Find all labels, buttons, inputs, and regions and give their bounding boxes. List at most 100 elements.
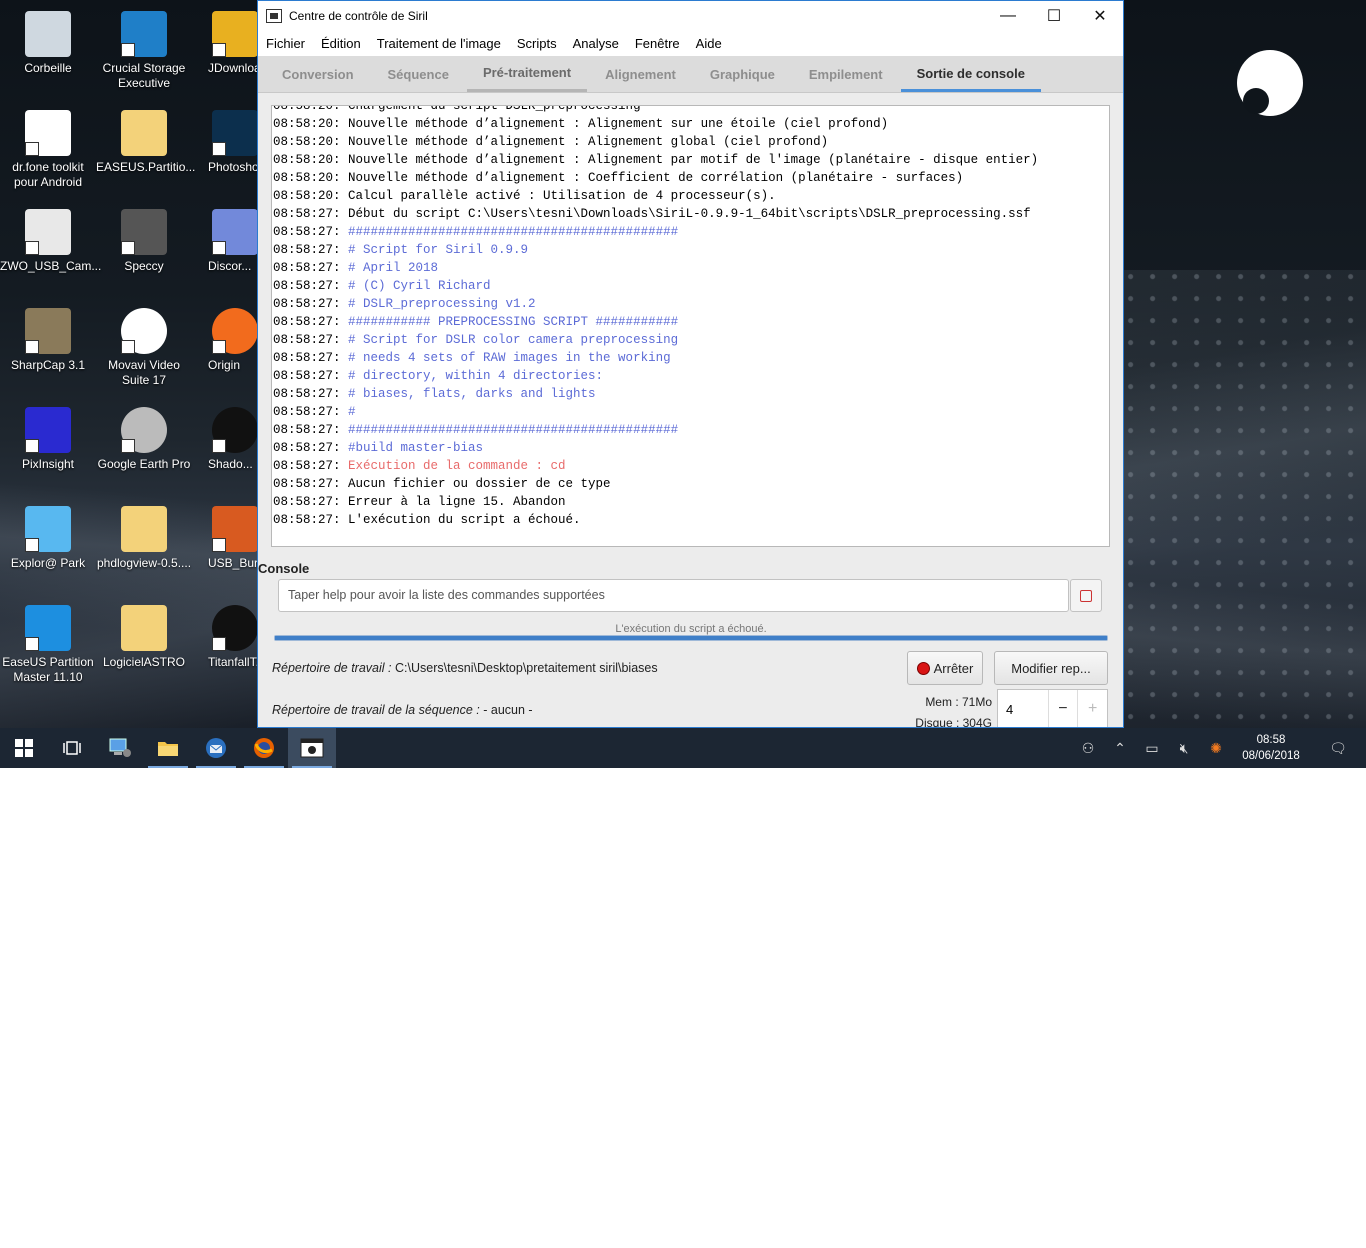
clear-console-button[interactable]: [1070, 579, 1102, 612]
discord-icon: [212, 209, 258, 255]
console-line: 08:58:27: Aucun fichier ou dossier de ce…: [273, 475, 1109, 493]
task-view-icon[interactable]: [48, 728, 96, 768]
menu-item[interactable]: Fichier: [258, 36, 313, 51]
console-timestamp: 08:58:27:: [273, 369, 341, 383]
mem-readout: Mem : 71Mo: [925, 695, 992, 709]
maximize-button[interactable]: ☐: [1031, 1, 1077, 31]
menu-bar: Fichier Édition Traitement de l'image Scrip…: [258, 31, 1123, 57]
stop-button[interactable]: Arrêter: [907, 651, 983, 685]
seqdir-label: Répertoire de travail de la séquence :: [272, 703, 480, 717]
tab-1[interactable]: Conversion: [266, 58, 370, 92]
console-timestamp: 08:58:27:: [273, 261, 341, 275]
siril-icon[interactable]: [288, 728, 336, 768]
threads-spinner[interactable]: 4 − +: [997, 689, 1108, 727]
command-input[interactable]: Taper help pour avoir la liste des comma…: [278, 579, 1069, 612]
siril-app-icon: [266, 9, 282, 23]
console-output[interactable]: 08:58:20: Chargement du script DSLR_prep…: [271, 105, 1110, 547]
console-timestamp: 08:58:20:: [273, 117, 341, 131]
desktop-icon[interactable]: ZWO_USB_Cam...: [0, 203, 101, 274]
desktop-icon[interactable]: Google Earth Pro: [96, 401, 192, 472]
explor-park-icon: [25, 506, 71, 552]
tab-3[interactable]: Pré-traitement: [466, 58, 588, 92]
seqdir-row: Répertoire de travail de la séquence : -…: [272, 703, 533, 717]
desktop-icon-label: Google Earth Pro: [97, 457, 191, 471]
desktop-icon-label: dr.fone toolkit pour Android: [12, 160, 84, 189]
folder-icon: [121, 506, 167, 552]
desktop-icon-label: Origin: [208, 358, 241, 372]
battery-icon[interactable]: ▭: [1136, 740, 1168, 757]
console-line: 08:58:27: L'exécution du script a échoué…: [273, 511, 1109, 529]
desktop-icon[interactable]: Movavi Video Suite 17: [96, 302, 192, 388]
desktop-icon[interactable]: PixInsight: [0, 401, 96, 472]
tab-2[interactable]: Séquence: [372, 58, 465, 92]
record-stop-icon: [916, 661, 930, 675]
console-message: # April 2018: [340, 261, 439, 275]
tab-5[interactable]: Graphique: [694, 58, 791, 92]
menu-item[interactable]: Édition: [313, 36, 369, 51]
console-line: 08:58:27: #build master-bias: [273, 439, 1109, 457]
decrement-button[interactable]: −: [1047, 690, 1078, 727]
tab-7[interactable]: Sortie de console: [900, 58, 1041, 92]
desktop-icon[interactable]: Speccy: [96, 203, 192, 274]
menu-item[interactable]: Aide: [688, 36, 730, 51]
people-icon[interactable]: ⚇: [1072, 740, 1104, 757]
menu-item[interactable]: Analyse: [565, 36, 627, 51]
siril-window: Centre de contrôle de Siril — ☐ ✕ Fichie…: [257, 0, 1124, 728]
increment-button[interactable]: +: [1077, 690, 1107, 727]
title-bar[interactable]: Centre de contrôle de Siril — ☐ ✕: [258, 1, 1123, 31]
desktop-icon[interactable]: phdlogview-0.5....: [96, 500, 192, 571]
tab-6[interactable]: Empilement: [793, 58, 899, 92]
console-message: Nouvelle méthode d’alignement : Coeffici…: [340, 171, 964, 185]
network-computer-icon[interactable]: [96, 728, 144, 768]
system-tray: ⚇ ⌃ ▭ 🔇︎ ✺ 08:58 08/06/2018 🗨︎: [1072, 728, 1366, 768]
tab-4[interactable]: Alignement: [589, 58, 692, 92]
clock[interactable]: 08:58 08/06/2018: [1232, 732, 1310, 764]
notifications-icon[interactable]: 🗨︎: [1310, 740, 1366, 757]
minimize-button[interactable]: —: [985, 1, 1031, 31]
progress-bar: [274, 635, 1108, 641]
start-icon[interactable]: [0, 728, 48, 768]
menu-item[interactable]: Fenêtre: [627, 36, 688, 51]
close-button[interactable]: ✕: [1077, 1, 1123, 31]
desktop-icon[interactable]: EaseUS Partition Master 11.10: [0, 599, 96, 685]
console-line: 08:58:20: Nouvelle méthode d’alignement …: [273, 151, 1109, 169]
clock-time: 08:58: [1256, 734, 1286, 746]
menu-item[interactable]: Traitement de l'image: [369, 36, 509, 51]
desktop-icon[interactable]: Shado...: [192, 401, 262, 472]
desktop-icon-label: PixInsight: [21, 457, 75, 471]
desktop-icon[interactable]: Discor...: [192, 203, 262, 274]
console-message: Chargement du script DSLR_preprocessing: [340, 105, 641, 113]
desktop-icon[interactable]: USB_Burni...: [192, 500, 262, 571]
volume-mute-icon[interactable]: 🔇︎: [1168, 740, 1200, 757]
console-message: Nouvelle méthode d’alignement : Aligneme…: [340, 153, 1039, 167]
console-timestamp: 08:58:27:: [273, 333, 341, 347]
thunderbird-icon[interactable]: [192, 728, 240, 768]
file-explorer-icon[interactable]: [144, 728, 192, 768]
desktop-icon[interactable]: Origin: [192, 302, 262, 373]
threads-value[interactable]: 4: [998, 690, 1048, 727]
origin-icon: [212, 308, 258, 354]
desktop-icon[interactable]: EASEUS.Partitio...: [96, 104, 195, 175]
console-timestamp: 08:58:27:: [273, 225, 341, 239]
desktop-icon[interactable]: dr.fone toolkit pour Android: [0, 104, 96, 190]
desktop-icon[interactable]: SharpCap 3.1: [0, 302, 96, 373]
desktop-icon[interactable]: Corbeille: [0, 5, 96, 76]
console-message: Exécution de la commande : cd: [340, 459, 566, 473]
desktop-icon[interactable]: Photosho... Raccour...: [192, 104, 262, 175]
desktop-icon-label: phdlogview-0.5....: [96, 556, 192, 570]
console-line: 08:58:27: # Script for DSLR color camera…: [273, 331, 1109, 349]
console-line: 08:58:27: # April 2018: [273, 259, 1109, 277]
desktop-icon[interactable]: TitanfallT...: [192, 599, 262, 670]
desktop-icon[interactable]: JDownload...: [192, 5, 262, 76]
desktop-icon-label: JDownload...: [208, 61, 262, 75]
console-timestamp: 08:58:27:: [273, 351, 341, 365]
modify-dir-button[interactable]: Modifier rep...: [994, 651, 1108, 685]
chevron-up-icon[interactable]: ⌃: [1104, 740, 1136, 757]
desktop-icon[interactable]: LogicielASTRO: [96, 599, 192, 670]
avast-icon[interactable]: ✺: [1200, 740, 1232, 757]
menu-item[interactable]: Scripts: [509, 36, 565, 51]
firefox-icon[interactable]: [240, 728, 288, 768]
desktop-icon[interactable]: Crucial Storage Executive: [96, 5, 192, 91]
desktop-icon[interactable]: Explor@ Park: [0, 500, 96, 571]
stop-button-label: Arrêter: [933, 660, 974, 676]
